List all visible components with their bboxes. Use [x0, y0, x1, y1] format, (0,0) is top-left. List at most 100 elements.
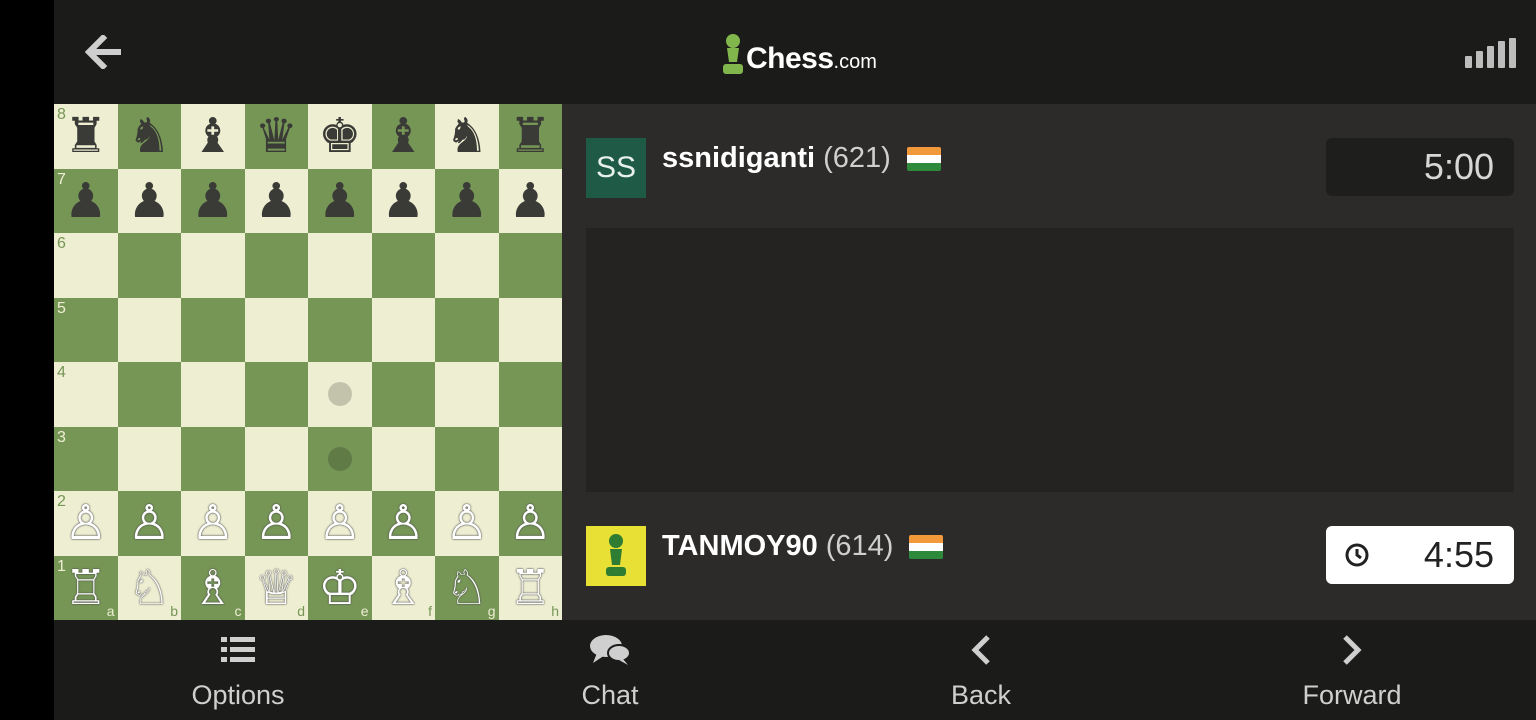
square-e5[interactable] [308, 297, 372, 362]
square-g1[interactable]: ♘ g [435, 555, 499, 620]
square-a1[interactable]: ♖ 1 a [54, 555, 118, 620]
square-b2[interactable]: ♙ [117, 491, 181, 556]
square-h3[interactable] [498, 426, 562, 491]
square-d4[interactable] [244, 362, 308, 427]
square-c5[interactable] [181, 297, 245, 362]
back-arrow-icon[interactable] [82, 30, 126, 74]
square-a7[interactable]: ♟ 7 [54, 168, 118, 233]
square-f2[interactable]: ♙ [371, 491, 435, 556]
piece-a7[interactable]: ♟ [64, 177, 107, 225]
piece-b7[interactable]: ♟ [128, 177, 171, 225]
square-e4[interactable] [308, 362, 372, 427]
piece-h1[interactable]: ♖ [509, 564, 552, 612]
square-d5[interactable] [244, 297, 308, 362]
square-d7[interactable]: ♟ [244, 168, 308, 233]
square-f8[interactable]: ♝ [371, 104, 435, 169]
square-b7[interactable]: ♟ [117, 168, 181, 233]
chess-board[interactable]: ♜ 8 ♞ ♝ ♛ ♚ ♝ ♞ ♜ ♟ 7 ♟ ♟ ♟ ♟ ♟ ♟ ♟ 6 5 4 3 ♙ 2 ♙ ♙ ♙ ♙ ♙ ♙ ♙ ♖ 1 a ♘ b ♗ c ♕ d… [54, 104, 562, 620]
piece-f7[interactable]: ♟ [382, 177, 425, 225]
piece-b1[interactable]: ♘ [128, 564, 171, 612]
piece-a1[interactable]: ♖ [64, 564, 107, 612]
forward-button[interactable]: Forward [1252, 620, 1452, 720]
square-g6[interactable] [435, 233, 499, 298]
square-g5[interactable] [435, 297, 499, 362]
piece-g1[interactable]: ♘ [445, 564, 488, 612]
options-button[interactable]: Options [138, 620, 338, 720]
piece-f2[interactable]: ♙ [382, 499, 425, 547]
square-b3[interactable] [117, 426, 181, 491]
square-b6[interactable] [117, 233, 181, 298]
piece-c1[interactable]: ♗ [191, 564, 234, 612]
piece-d1[interactable]: ♕ [255, 564, 298, 612]
square-c1[interactable]: ♗ c [181, 555, 245, 620]
piece-e2[interactable]: ♙ [318, 499, 361, 547]
square-f5[interactable] [371, 297, 435, 362]
square-g4[interactable] [435, 362, 499, 427]
piece-c8[interactable]: ♝ [191, 112, 234, 160]
square-f3[interactable] [371, 426, 435, 491]
square-g8[interactable]: ♞ [435, 104, 499, 169]
piece-b2[interactable]: ♙ [128, 499, 171, 547]
piece-g2[interactable]: ♙ [445, 499, 488, 547]
square-f1[interactable]: ♗ f [371, 555, 435, 620]
piece-c2[interactable]: ♙ [191, 499, 234, 547]
opponent-username[interactable]: ssnidiganti [662, 142, 815, 175]
square-c3[interactable] [181, 426, 245, 491]
chat-button[interactable]: Chat [510, 620, 710, 720]
move-hint-e4[interactable] [327, 382, 352, 407]
square-d1[interactable]: ♕ d [244, 555, 308, 620]
square-c7[interactable]: ♟ [181, 168, 245, 233]
square-b5[interactable] [117, 297, 181, 362]
square-g3[interactable] [435, 426, 499, 491]
piece-d8[interactable]: ♛ [255, 112, 298, 160]
square-h1[interactable]: ♖ h [498, 555, 562, 620]
square-f6[interactable] [371, 233, 435, 298]
piece-c7[interactable]: ♟ [191, 177, 234, 225]
piece-g8[interactable]: ♞ [445, 112, 488, 160]
square-a8[interactable]: ♜ 8 [54, 104, 118, 169]
square-a2[interactable]: ♙ 2 [54, 491, 118, 556]
square-h2[interactable]: ♙ [498, 491, 562, 556]
piece-d7[interactable]: ♟ [255, 177, 298, 225]
piece-f8[interactable]: ♝ [382, 112, 425, 160]
square-e3[interactable] [308, 426, 372, 491]
square-h4[interactable] [498, 362, 562, 427]
square-b8[interactable]: ♞ [117, 104, 181, 169]
square-e7[interactable]: ♟ [308, 168, 372, 233]
square-g2[interactable]: ♙ [435, 491, 499, 556]
piece-b8[interactable]: ♞ [128, 112, 171, 160]
piece-h7[interactable]: ♟ [509, 177, 552, 225]
piece-g7[interactable]: ♟ [445, 177, 488, 225]
piece-h2[interactable]: ♙ [509, 499, 552, 547]
pawn-avatar-icon[interactable] [586, 526, 646, 586]
piece-e7[interactable]: ♟ [318, 177, 361, 225]
piece-d2[interactable]: ♙ [255, 499, 298, 547]
square-h5[interactable] [498, 297, 562, 362]
square-h6[interactable] [498, 233, 562, 298]
move-hint-e3[interactable] [327, 446, 352, 471]
square-h8[interactable]: ♜ [498, 104, 562, 169]
back-button[interactable]: Back [881, 620, 1081, 720]
piece-e8[interactable]: ♚ [318, 112, 361, 160]
opponent-avatar[interactable]: SS [586, 138, 646, 198]
square-b4[interactable] [117, 362, 181, 427]
piece-f1[interactable]: ♗ [382, 564, 425, 612]
square-f7[interactable]: ♟ [371, 168, 435, 233]
square-a5[interactable]: 5 [54, 297, 118, 362]
square-e6[interactable] [308, 233, 372, 298]
square-c6[interactable] [181, 233, 245, 298]
square-d3[interactable] [244, 426, 308, 491]
piece-a8[interactable]: ♜ [64, 112, 107, 160]
square-c4[interactable] [181, 362, 245, 427]
piece-a2[interactable]: ♙ [64, 499, 107, 547]
square-e2[interactable]: ♙ [308, 491, 372, 556]
square-c8[interactable]: ♝ [181, 104, 245, 169]
square-a4[interactable]: 4 [54, 362, 118, 427]
square-g7[interactable]: ♟ [435, 168, 499, 233]
square-e1[interactable]: ♔ e [308, 555, 372, 620]
square-d8[interactable]: ♛ [244, 104, 308, 169]
square-c2[interactable]: ♙ [181, 491, 245, 556]
player-username[interactable]: TANMOY90 [662, 530, 818, 563]
square-d6[interactable] [244, 233, 308, 298]
square-h7[interactable]: ♟ [498, 168, 562, 233]
